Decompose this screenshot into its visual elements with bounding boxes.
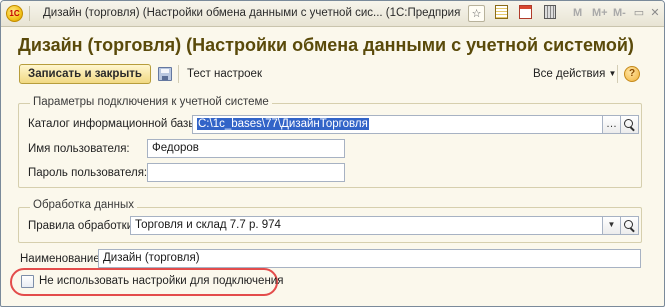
- calendar-icon[interactable]: [517, 5, 534, 22]
- title-divider: [29, 6, 30, 21]
- user-field[interactable]: Федоров: [147, 139, 345, 158]
- name-field[interactable]: Дизайн (торговля): [98, 249, 641, 268]
- name-label: Наименование:: [20, 253, 103, 265]
- connection-group-title: Параметры подключения к учетной системе: [30, 96, 272, 108]
- rules-label: Правила обработки:: [28, 220, 137, 232]
- all-actions-menu[interactable]: Все действия ▼: [533, 68, 616, 80]
- test-settings-button[interactable]: Тест настроек: [187, 68, 262, 80]
- spreadsheet-icon[interactable]: [493, 5, 510, 22]
- catalog-value: C:\1c_bases\77\ДизайнТорговля: [197, 118, 369, 130]
- search-icon[interactable]: [620, 115, 639, 134]
- title-bar: 1С Дизайн (торговля) (Настройки обмена д…: [1, 1, 664, 27]
- catalog-label: Каталог информационной базы:: [28, 118, 200, 130]
- restore-window-icon[interactable]: ▭: [632, 6, 646, 20]
- favorite-icon[interactable]: ☆: [468, 5, 485, 22]
- window-title: Дизайн (торговля) (Настройки обмена данн…: [43, 7, 461, 19]
- dropdown-arrow-icon: ▼: [608, 69, 617, 78]
- chevron-down-icon[interactable]: ▼: [602, 216, 621, 235]
- save-icon[interactable]: [158, 67, 172, 81]
- search-icon[interactable]: [620, 216, 639, 235]
- 1c-logo-icon[interactable]: 1С: [6, 5, 23, 22]
- memory-minus-button[interactable]: M-: [613, 7, 626, 19]
- all-actions-label: Все действия: [533, 68, 606, 80]
- form-window: 1С Дизайн (торговля) (Настройки обмена д…: [0, 0, 665, 307]
- password-field[interactable]: [147, 163, 345, 182]
- help-icon[interactable]: ?: [624, 66, 640, 82]
- toolbar-divider: [617, 65, 618, 83]
- memory-plus-button[interactable]: M+: [592, 7, 608, 19]
- catalog-field[interactable]: C:\1c_bases\77\ДизайнТорговля: [192, 115, 603, 134]
- page-title: Дизайн (торговля) (Настройки обмена данн…: [18, 35, 634, 55]
- user-label: Имя пользователя:: [28, 143, 130, 155]
- processing-group-title: Обработка данных: [30, 199, 138, 211]
- no-connection-settings-checkbox[interactable]: [21, 275, 34, 288]
- browse-button[interactable]: …: [602, 115, 621, 134]
- rules-select[interactable]: Торговля и склад 7.7 р. 974: [130, 216, 603, 235]
- close-icon[interactable]: ✕: [648, 6, 662, 20]
- memory-m-button[interactable]: M: [573, 7, 582, 19]
- toolbar-divider: [178, 65, 179, 83]
- no-connection-settings-label[interactable]: Не использовать настройки для подключени…: [39, 275, 283, 287]
- password-label: Пароль пользователя:: [28, 167, 148, 179]
- save-and-close-button[interactable]: Записать и закрыть: [19, 64, 151, 84]
- calculator-icon[interactable]: [541, 5, 558, 22]
